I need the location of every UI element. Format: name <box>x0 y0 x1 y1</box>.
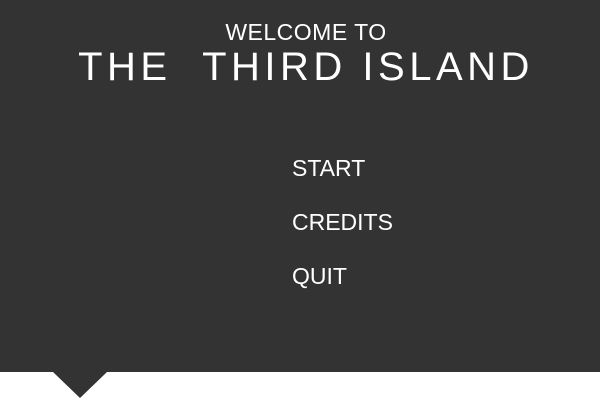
game-title: THE THIRD ISLAND <box>78 45 534 89</box>
menu-item-quit[interactable]: QUIT <box>292 262 393 290</box>
menu-item-credits[interactable]: CREDITS <box>292 208 393 236</box>
welcome-heading: WELCOME TO <box>225 19 387 45</box>
menu-item-start[interactable]: START <box>292 154 393 182</box>
game-screen: WELCOME TO THE THIRD ISLAND START CREDIT… <box>0 0 600 400</box>
main-menu: START CREDITS QUIT <box>292 154 393 316</box>
main-menu-panel: WELCOME TO THE THIRD ISLAND START CREDIT… <box>0 0 600 372</box>
panel-pointer-arrow <box>53 372 107 398</box>
